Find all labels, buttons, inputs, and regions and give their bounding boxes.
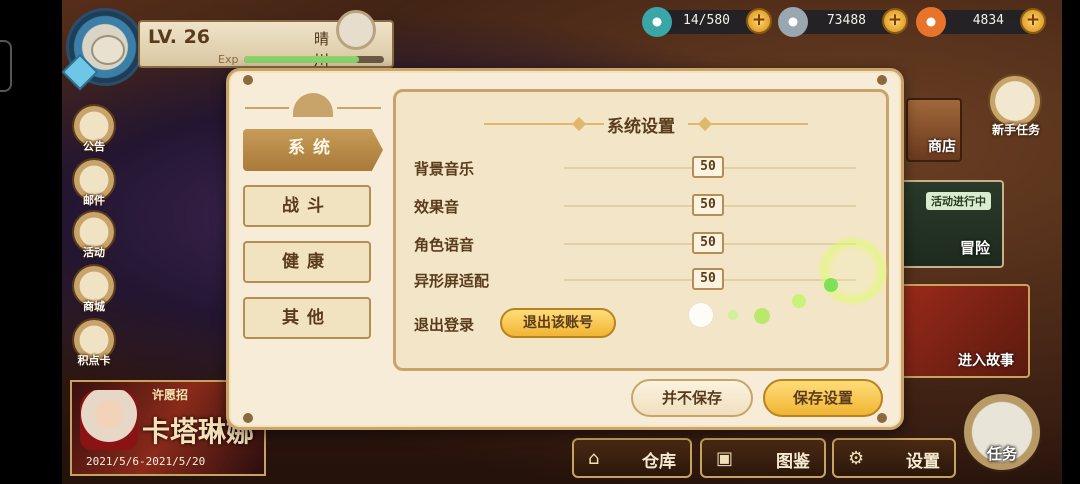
touch-ripple-effect: [818, 236, 888, 306]
carrot-icon: [916, 7, 946, 37]
screen-edge-bracket: [0, 40, 12, 92]
sprout-icon: [988, 74, 1042, 128]
points-card-label: 积点卡: [77, 354, 111, 367]
resource-stamina: 14/580 +: [642, 7, 772, 37]
resource-carrots: 4834 +: [916, 7, 1046, 37]
notch-adapt-label: 异形屏适配: [414, 272, 490, 290]
discard-button[interactable]: 并不保存: [631, 379, 753, 417]
gem-coin-icon: [778, 7, 808, 37]
points-card-button[interactable]: 积点卡: [72, 318, 116, 367]
banner-date: 2021/5/6-2021/5/20: [86, 455, 206, 468]
enter-story-button[interactable]: 进入故事: [900, 284, 1030, 378]
corner-rivet: [243, 413, 253, 423]
player-level: LV. 26: [148, 26, 211, 48]
clover-sparkle-icon: [824, 278, 838, 292]
character-portrait-icon[interactable]: [336, 10, 376, 50]
add-carrots-button[interactable]: +: [1020, 8, 1046, 34]
settings-label: 设置: [906, 452, 940, 472]
collection-book-icon: ▣: [716, 448, 734, 469]
bgm-slider-handle[interactable]: 50: [692, 156, 724, 178]
settings-dialog: 系统 战斗 健康 其他 系统设置 背景音乐 50 效果音 50 角色语音 50 …: [226, 68, 904, 430]
events-button[interactable]: 活动: [72, 210, 116, 259]
announcement-button[interactable]: 公告: [72, 104, 116, 153]
voice-label: 角色语音: [414, 236, 475, 254]
resource-coins: 73488 +: [778, 7, 908, 37]
mail-label: 邮件: [83, 194, 105, 207]
corner-rivet: [877, 75, 887, 85]
player-avatar[interactable]: [61, 8, 144, 91]
player-name: 晴川: [314, 30, 330, 69]
story-label: 进入故事: [958, 353, 1014, 369]
corner-rivet: [243, 75, 253, 85]
carrots-value: 4834: [972, 13, 1004, 28]
adventure-label: 冒险: [959, 239, 990, 257]
logout-account-button[interactable]: 退出该账号: [500, 308, 616, 338]
gear-ornament-icon: [245, 93, 381, 119]
tab-battle[interactable]: 战斗: [243, 185, 371, 227]
corner-rivet: [877, 413, 887, 423]
sfx-label: 效果音: [414, 198, 460, 216]
task-button[interactable]: 任务: [962, 392, 1042, 472]
add-stamina-button[interactable]: +: [746, 8, 772, 34]
voice-slider-handle[interactable]: 50: [692, 232, 724, 254]
tab-health[interactable]: 健康: [243, 241, 371, 283]
tab-other[interactable]: 其他: [243, 297, 371, 339]
warehouse-button[interactable]: ⌂ 仓库: [572, 438, 692, 478]
announcement-label: 公告: [83, 140, 105, 153]
collection-label: 图鉴: [776, 452, 810, 472]
clover-sparkle-icon: [754, 308, 770, 324]
shop-button[interactable]: 商店: [906, 98, 962, 162]
clover-sparkle-icon: [792, 294, 806, 308]
task-label: 任务: [986, 445, 1017, 463]
sfx-slider-handle[interactable]: 50: [692, 194, 724, 216]
banner-character-image: [80, 390, 138, 450]
collection-button[interactable]: ▣ 图鉴: [700, 438, 826, 478]
new-player-task-button[interactable]: 新手任务: [978, 74, 1054, 138]
warehouse-label: 仓库: [642, 452, 676, 472]
gear-icon: ⚙: [848, 448, 865, 469]
event-active-badge: 活动进行中: [926, 192, 991, 210]
tab-system[interactable]: 系统: [243, 129, 383, 171]
settings-button[interactable]: ⚙ 设置: [832, 438, 956, 478]
logout-label: 退出登录: [414, 316, 475, 334]
coins-value: 73488: [826, 13, 866, 28]
notch-adapt-slider-handle[interactable]: 50: [692, 268, 724, 290]
title-ornament-right: [688, 123, 808, 125]
banner-title: 许愿招: [152, 388, 189, 402]
exp-label: Exp: [218, 53, 239, 66]
store-label: 商城: [83, 300, 105, 313]
exp-bar: [244, 56, 384, 63]
avatar-face-icon: [91, 35, 125, 65]
mail-button[interactable]: 邮件: [72, 158, 116, 207]
rank-gem-icon: [61, 53, 99, 91]
add-coins-button[interactable]: +: [882, 8, 908, 34]
events-label: 活动: [83, 246, 105, 259]
clover-sparkle-icon: [728, 310, 738, 320]
panel-title: 系统设置: [607, 117, 675, 137]
save-settings-button[interactable]: 保存设置: [763, 379, 883, 417]
new-task-label: 新手任务: [991, 123, 1040, 137]
stamina-potion-icon: [642, 7, 672, 37]
shop-label: 商店: [928, 139, 956, 155]
adventure-button[interactable]: 活动进行中 冒险: [900, 180, 1004, 268]
settings-panel: 系统设置 背景音乐 50 效果音 50 角色语音 50 异形屏适配 50 退出登…: [393, 89, 889, 371]
store-button[interactable]: 商城: [72, 264, 116, 313]
warehouse-icon: ⌂: [588, 448, 600, 469]
bgm-label: 背景音乐: [414, 160, 475, 178]
exp-bar-fill: [244, 56, 359, 63]
stamina-value: 14/580: [683, 13, 730, 28]
touch-indicator: [688, 302, 714, 328]
